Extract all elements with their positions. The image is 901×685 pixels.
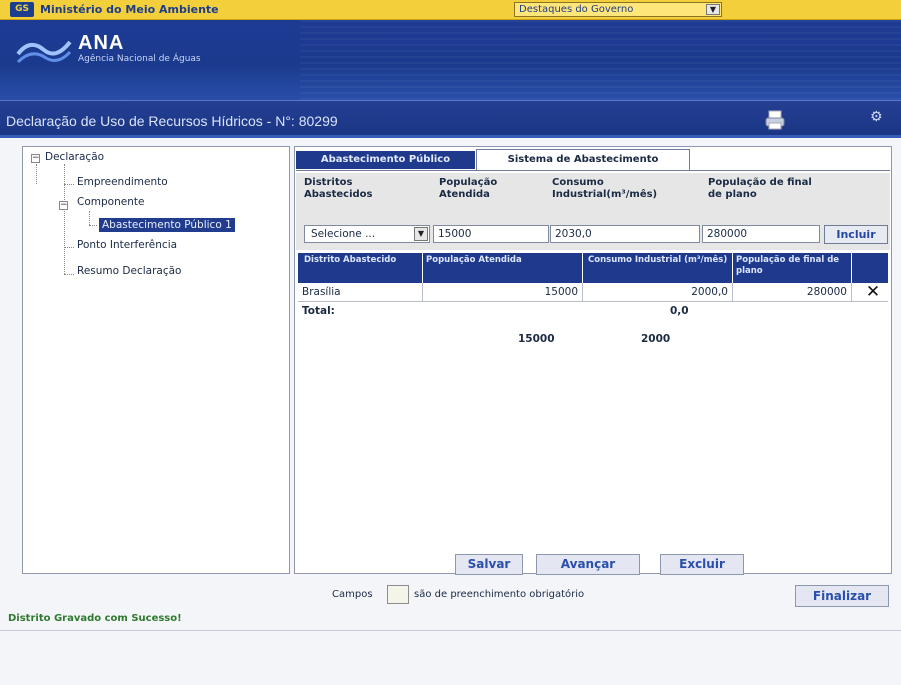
print-icon[interactable] xyxy=(764,109,786,131)
sum-populacao: 15000 xyxy=(518,333,555,345)
collapse-icon[interactable]: − xyxy=(31,154,40,163)
grid-separator xyxy=(582,253,583,283)
chevron-down-icon[interactable]: ▼ xyxy=(414,227,428,241)
consumo-input[interactable]: 2030,0 xyxy=(550,225,700,243)
tree-connector xyxy=(89,225,97,226)
tree-connector xyxy=(64,184,74,185)
delete-row-icon[interactable]: ✕ xyxy=(864,284,882,301)
tree-connector xyxy=(36,164,37,184)
tab-abastecimento-publico[interactable]: Abastecimento Público xyxy=(296,151,475,169)
cell-consumo: 2000,0 xyxy=(583,283,733,302)
highlights-select-value: Destaques do Governo xyxy=(519,4,634,15)
government-logo[interactable]: GS xyxy=(10,2,34,17)
table-row[interactable]: Brasília 15000 2000,0 280000 xyxy=(298,283,888,302)
tree-connector xyxy=(64,247,74,248)
collapse-icon[interactable]: − xyxy=(59,201,68,210)
banner-decoration xyxy=(300,20,901,100)
tree-connector xyxy=(64,164,65,274)
total-value: 0,0 xyxy=(670,305,689,317)
finalizar-button[interactable]: Finalizar xyxy=(795,585,889,607)
tree-connector xyxy=(64,274,74,275)
grid-head-consumo: Consumo Industrial (m³/mês) xyxy=(588,255,728,265)
populacao-final-input[interactable]: 280000 xyxy=(702,225,820,243)
tab-sistema-abastecimento[interactable]: Sistema de Abastecimento xyxy=(476,149,690,171)
grid-separator xyxy=(851,253,852,283)
page-title: Declaração de Uso de Recursos Hídricos -… xyxy=(6,113,338,129)
grid-separator xyxy=(732,253,733,283)
ministry-link[interactable]: Ministério do Meio Ambiente xyxy=(40,3,219,16)
grid-header: Distrito Abastecido População Atendida C… xyxy=(298,253,888,283)
grid-head-populacao: População Atendida xyxy=(426,255,522,265)
required-field-swatch xyxy=(387,585,409,604)
header-final: População de final de plano xyxy=(708,177,812,200)
cell-final: 280000 xyxy=(733,283,852,302)
tree-root-declaracao[interactable]: Declaração xyxy=(45,151,104,163)
help-icon[interactable]: ⚙ xyxy=(870,109,898,131)
title-bar: Declaração de Uso de Recursos Hídricos -… xyxy=(0,100,901,138)
sum-consumo: 2000 xyxy=(641,333,671,345)
declaration-tree: − Declaração Empreendimento − Componente… xyxy=(22,146,290,574)
total-label: Total: xyxy=(302,305,335,317)
cell-distrito: Brasília xyxy=(298,283,423,302)
form-header: Distritos Abastecidos População Atendida… xyxy=(296,173,890,214)
ana-subtitle: Agência Nacional de Águas xyxy=(78,54,201,64)
cell-populacao: 15000 xyxy=(423,283,583,302)
government-bar: GS Ministério do Meio Ambiente Destaques… xyxy=(0,0,901,20)
header-distritos: Distritos Abastecidos xyxy=(304,177,373,200)
distrito-select-value: Selecione ... xyxy=(311,228,376,240)
tree-item-empreendimento[interactable]: Empreendimento xyxy=(77,176,168,188)
tree-item-ponto-interferencia[interactable]: Ponto Interferência xyxy=(77,239,177,251)
excluir-button[interactable]: Excluir xyxy=(660,554,744,575)
avancar-button[interactable]: Avançar xyxy=(536,554,640,575)
tree-item-componente[interactable]: Componente xyxy=(77,196,144,208)
campos-label: Campos xyxy=(332,589,373,600)
header-populacao: População Atendida xyxy=(439,177,498,200)
tree-item-abastecimento-publico[interactable]: Abastecimento Público 1 xyxy=(99,218,235,232)
ana-title: ANA xyxy=(78,32,125,54)
header-consumo: Consumo Industrial(m³/mês) xyxy=(552,177,658,200)
status-message: Distrito Gravado com Sucesso! xyxy=(8,613,182,624)
distrito-select[interactable]: Selecione ... ▼ xyxy=(304,225,430,243)
populacao-input[interactable]: 15000 xyxy=(433,225,549,243)
required-legend-text: são de preenchimento obrigatório xyxy=(414,589,585,600)
tree-connector xyxy=(89,211,90,225)
incluir-button[interactable]: Incluir xyxy=(824,225,888,244)
salvar-button[interactable]: Salvar xyxy=(455,554,523,575)
ana-banner: ANA Agência Nacional de Águas xyxy=(0,20,901,100)
highlights-select[interactable]: Destaques do Governo ▼ xyxy=(514,2,722,17)
chevron-down-icon[interactable]: ▼ xyxy=(706,4,720,15)
ana-wave-logo-icon xyxy=(16,40,72,64)
tree-item-resumo-declaracao[interactable]: Resumo Declaração xyxy=(77,265,181,277)
tab-divider xyxy=(296,170,890,171)
grid-separator xyxy=(422,253,423,283)
grid-head-final: População de final de plano xyxy=(736,255,840,276)
grid-head-distrito: Distrito Abastecido xyxy=(304,255,397,265)
bottom-divider xyxy=(0,630,901,631)
